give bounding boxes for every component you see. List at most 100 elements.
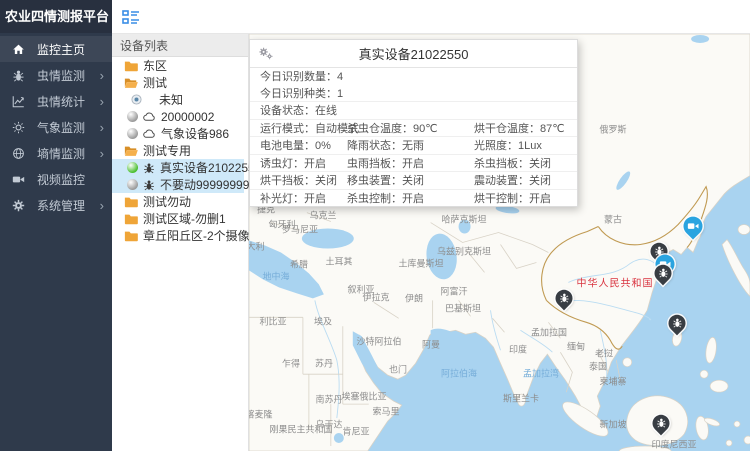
tree-label: 东区 xyxy=(143,57,167,74)
tree-label: 测试 xyxy=(143,74,167,91)
map-label: 地中海 xyxy=(262,270,289,283)
camera-marker[interactable] xyxy=(684,217,703,236)
tree-label: 不要动99999999 xyxy=(160,176,249,193)
map-label: 阿拉伯海 xyxy=(441,367,477,380)
marker-pin xyxy=(649,411,673,435)
tree-device[interactable]: 真实设备21022550 xyxy=(112,159,244,176)
popup-field: 降雨状态：无雨 xyxy=(347,137,474,153)
sidebar-item-label: 虫情统计 xyxy=(37,93,89,110)
map-label: 伊拉克 xyxy=(362,291,389,304)
insect-device-icon xyxy=(143,162,155,174)
map-label: 巴基斯坦 xyxy=(445,302,481,315)
tree-folder[interactable]: 测试勿动 xyxy=(112,193,248,210)
popup-body: 今日识别数量：4今日识别种类：1设备状态：在线运行模式：自动模式杀虫仓温度：90… xyxy=(250,68,577,206)
status-dot-gray xyxy=(127,128,138,139)
map-label: 印度 xyxy=(509,343,527,356)
folder-closed-icon xyxy=(124,213,138,225)
tree-device[interactable]: 未知 xyxy=(112,91,248,108)
map-canvas[interactable]: 俄罗斯蒙古中华人民共和国哈萨克斯坦乌克兰捷克匈牙利罗马尼亚意大利希腊土耳其土库曼… xyxy=(249,34,750,451)
popup-title: 真实设备21022550 xyxy=(278,44,549,63)
tree-label: 真实设备21022550 xyxy=(160,159,261,176)
popup-field: 今日识别数量：4 xyxy=(260,68,343,84)
sidebar-menu: 监控主页虫情监测› 虫情统计 › 气象监测›墒情监测›视频监控系统管理› xyxy=(0,36,112,218)
status-dot-green xyxy=(127,162,138,173)
weather-device-icon xyxy=(143,112,156,122)
tree-folder[interactable]: 东区 xyxy=(112,57,248,74)
map-label: 肯尼亚 xyxy=(342,425,369,438)
popup-row: 今日识别数量：4 xyxy=(250,68,577,85)
popup-field: 杀虫挡板：关闭 xyxy=(474,155,577,171)
popup-row: 电池电量：0%降雨状态：无雨光照度：1Lux xyxy=(250,136,577,154)
map-label: 索马里 xyxy=(372,405,399,418)
map-label: 缅甸 xyxy=(567,340,585,353)
app-title: 农业四情测报平台 xyxy=(0,0,112,33)
video-camera-icon xyxy=(688,222,699,231)
insect-device-icon xyxy=(143,179,155,191)
map-label: 新加坡 xyxy=(599,418,626,431)
insect-icon xyxy=(559,293,569,304)
popup-field: 光照度：1Lux xyxy=(474,137,577,153)
map-label: 希腊 xyxy=(290,258,308,271)
map-label: 沙特阿拉伯 xyxy=(356,335,401,348)
tree-folder[interactable]: 章丘阳丘区-2个摄像头 xyxy=(112,227,248,244)
tree-device[interactable]: 20000002 xyxy=(112,108,248,125)
device-panel: 设备列表 东区测试未知20000002气象设备986测试专用真实设备210225… xyxy=(112,34,249,451)
insect-marker[interactable] xyxy=(669,315,686,332)
tree-label: 测试勿动 xyxy=(143,193,191,210)
map-label: 孟加拉国 xyxy=(531,326,567,339)
tree-device[interactable]: 不要动99999999 xyxy=(112,176,244,193)
marker-pin xyxy=(651,261,675,285)
sidebar-item-6[interactable]: 系统管理› xyxy=(0,192,112,218)
chevron-right-icon: › xyxy=(100,94,104,109)
tree-folder[interactable]: 测试 xyxy=(112,74,248,91)
map-label: 阿曼 xyxy=(422,338,440,351)
sidebar-item-label: 气象监测 xyxy=(37,119,89,136)
map-label: 阿富汗 xyxy=(440,285,467,298)
map-label: 也门 xyxy=(389,363,407,376)
sidebar-item-5[interactable]: 视频监控 xyxy=(0,166,112,192)
map-label: 土耳其 xyxy=(325,255,352,268)
popup-field: 运行模式：自动模式 xyxy=(260,120,347,136)
tree-label: 未知 xyxy=(159,91,183,108)
popup-row: 设备状态：在线 xyxy=(250,101,577,119)
popup-field: 今日识别种类：1 xyxy=(260,85,343,101)
gear-icon xyxy=(12,198,26,212)
sidebar-item-2[interactable]: 虫情统计 › xyxy=(0,88,112,114)
weather-device-icon xyxy=(143,129,156,139)
insect-marker[interactable] xyxy=(653,415,670,432)
radio-icon xyxy=(131,94,142,105)
insect-marker[interactable] xyxy=(655,265,672,282)
map-label: 乌克兰 xyxy=(309,209,336,222)
sidebar-item-3[interactable]: 气象监测› xyxy=(0,114,112,140)
sidebar-item-label: 系统管理 xyxy=(37,197,89,214)
layout-list-icon[interactable] xyxy=(122,10,140,24)
map-label: 苏丹 xyxy=(315,357,333,370)
popup-field: 设备状态：在线 xyxy=(260,102,337,118)
popup-field: 烘干挡板：关闭 xyxy=(260,172,347,188)
map-label: 罗马尼亚 xyxy=(282,223,318,236)
map-label: 蒙古 xyxy=(604,213,622,226)
popup-field: 杀虫仓温度：90℃ xyxy=(347,120,474,136)
tree-folder[interactable]: 测试区域-勿删1 xyxy=(112,210,248,227)
home-icon xyxy=(12,42,26,56)
device-tree: 东区测试未知20000002气象设备986测试专用真实设备21022550不要动… xyxy=(112,57,248,244)
device-panel-header: 设备列表 xyxy=(112,34,248,57)
popup-row: 烘干挡板：关闭移虫装置：关闭震动装置：关闭 xyxy=(250,171,577,189)
popup-field: 补光灯：开启 xyxy=(260,190,347,206)
popup-field: 震动装置：关闭 xyxy=(474,172,577,188)
tree-device[interactable]: 气象设备986 xyxy=(112,125,248,142)
app-root: 农业四情测报平台 监控主页虫情监测›虫情统计›气象监测›墒情监测›视频监控系统管… xyxy=(0,0,750,451)
marker-pin xyxy=(552,286,576,310)
map-label: 柬埔寨 xyxy=(599,375,626,388)
tree-folder[interactable]: 测试专用 xyxy=(112,142,248,159)
insect-marker[interactable] xyxy=(556,290,573,307)
map-label: 哈萨克斯坦 xyxy=(441,213,486,226)
popup-field: 虫雨挡板：开启 xyxy=(347,155,474,171)
tree-label: 章丘阳丘区-2个摄像头 xyxy=(143,227,262,244)
insect-icon xyxy=(658,268,668,279)
gears-icon[interactable] xyxy=(258,47,278,60)
sidebar-item-1[interactable]: 虫情监测› xyxy=(0,62,112,88)
insect-icon xyxy=(656,418,666,429)
sidebar-item-0[interactable]: 监控主页 xyxy=(0,36,112,62)
sidebar-item-4[interactable]: 墒情监测› xyxy=(0,140,112,166)
